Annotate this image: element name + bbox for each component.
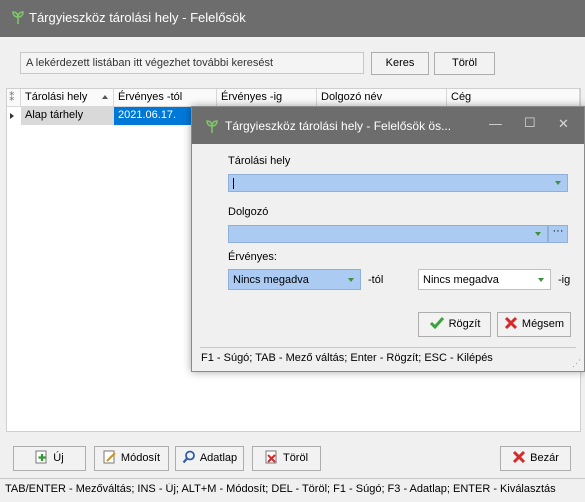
edit-icon	[103, 450, 117, 467]
column-header-ceg[interactable]: Cég	[447, 89, 580, 107]
maximize-icon[interactable]: ☐	[524, 116, 536, 130]
column-header-label: Tárolási hely	[25, 91, 88, 103]
dialog-title: Tárgyieszköz tárolási hely - Felelősök ö…	[225, 119, 452, 133]
window-titlebar: Tárgyieszköz tárolási hely - Felelősök	[0, 0, 585, 37]
ervenyes-to-combo[interactable]: Nincs megadva	[418, 269, 551, 290]
minimize-icon[interactable]: —	[489, 117, 502, 131]
chevron-down-icon	[538, 278, 544, 282]
cancel-button-label: Mégsem	[521, 318, 565, 330]
search-button[interactable]: Keres	[371, 52, 429, 75]
close-icon[interactable]: ✕	[558, 117, 569, 131]
check-icon	[429, 316, 445, 333]
ervenyes-to-value: Nincs megadva	[423, 274, 499, 286]
delete-button-label: Töröl	[282, 452, 309, 464]
ok-button-label: Rögzít	[448, 318, 481, 330]
ervenyes-label: Érvényes:	[228, 251, 277, 263]
close-x-icon	[512, 450, 526, 467]
cell-tarolasi-hely[interactable]: Alap tárhely	[21, 107, 114, 125]
chevron-down-icon	[555, 181, 561, 185]
to-suffix: -ig	[558, 274, 571, 286]
close-button-label: Bezár	[530, 452, 559, 464]
app-leaf-icon	[11, 11, 25, 28]
dolgozo-label: Dolgozó	[228, 206, 269, 218]
add-document-icon	[35, 450, 49, 467]
tarolasi-hely-label: Tárolási hely	[228, 155, 291, 167]
modify-button[interactable]: Módosít	[94, 446, 169, 471]
dialog-leaf-icon	[205, 120, 219, 137]
cancel-button[interactable]: Mégsem	[497, 312, 571, 337]
main-status-text: TAB/ENTER - Mezőváltás; INS - Új; ALT+M …	[5, 483, 556, 495]
clear-search-button-label: Töröl	[451, 57, 478, 69]
dialog-divider	[200, 347, 576, 348]
dialog-titlebar: Tárgyieszköz tárolási hely - Felelősök ö…	[192, 107, 584, 144]
close-button[interactable]: Bezár	[500, 446, 571, 471]
modify-button-label: Módosít	[120, 452, 161, 464]
row-indicator-icon	[7, 107, 21, 125]
ok-button[interactable]: Rögzít	[418, 312, 491, 337]
column-header-tarolasi-hely[interactable]: Tárolási hely	[21, 89, 114, 107]
cancel-x-icon	[504, 316, 518, 333]
from-suffix: -tól	[368, 274, 384, 286]
new-button-label: Új	[53, 452, 64, 464]
ellipsis-icon: ···	[552, 225, 564, 237]
new-button[interactable]: Új	[13, 446, 86, 471]
search-input[interactable]: A lekérdezett listában itt végezhet tová…	[20, 52, 364, 74]
search-button-label: Keres	[385, 57, 415, 69]
sort-ascending-icon	[102, 95, 108, 99]
column-header-dolgozo-nev[interactable]: Dolgozó név	[317, 89, 447, 107]
text-caret	[233, 178, 234, 189]
column-header-ervenyes-tol[interactable]: Érvényes -tól	[114, 89, 217, 107]
delete-button[interactable]: Töröl	[252, 446, 321, 471]
window-title: Tárgyieszköz tárolási hely - Felelősök	[29, 10, 246, 25]
delete-document-icon	[265, 450, 279, 467]
datasheet-button-label: Adatlap	[199, 452, 238, 464]
search-icon	[182, 450, 196, 467]
datasheet-button[interactable]: Adatlap	[175, 446, 244, 471]
clear-search-button[interactable]: Töröl	[434, 52, 495, 75]
responsible-dialog[interactable]: Tárgyieszköz tárolási hely - Felelősök ö…	[191, 106, 585, 372]
resize-grip-icon[interactable]: ⋰	[572, 359, 581, 368]
ervenyes-from-value: Nincs megadva	[233, 274, 309, 286]
column-header-ervenyes-ig[interactable]: Érvényes -ig	[217, 89, 317, 107]
dolgozo-browse-button[interactable]: ···	[548, 225, 568, 243]
chevron-down-icon	[348, 278, 354, 282]
ervenyes-from-combo[interactable]: Nincs megadva	[228, 269, 361, 290]
status-divider	[0, 478, 585, 479]
row-header-corner: ⁑	[7, 89, 21, 107]
dialog-status-text: F1 - Súgó; TAB - Mező váltás; Enter - Rö…	[201, 352, 493, 364]
tarolasi-hely-combo[interactable]	[228, 174, 568, 192]
dolgozo-combo[interactable]	[228, 225, 548, 243]
chevron-down-icon	[535, 232, 541, 236]
